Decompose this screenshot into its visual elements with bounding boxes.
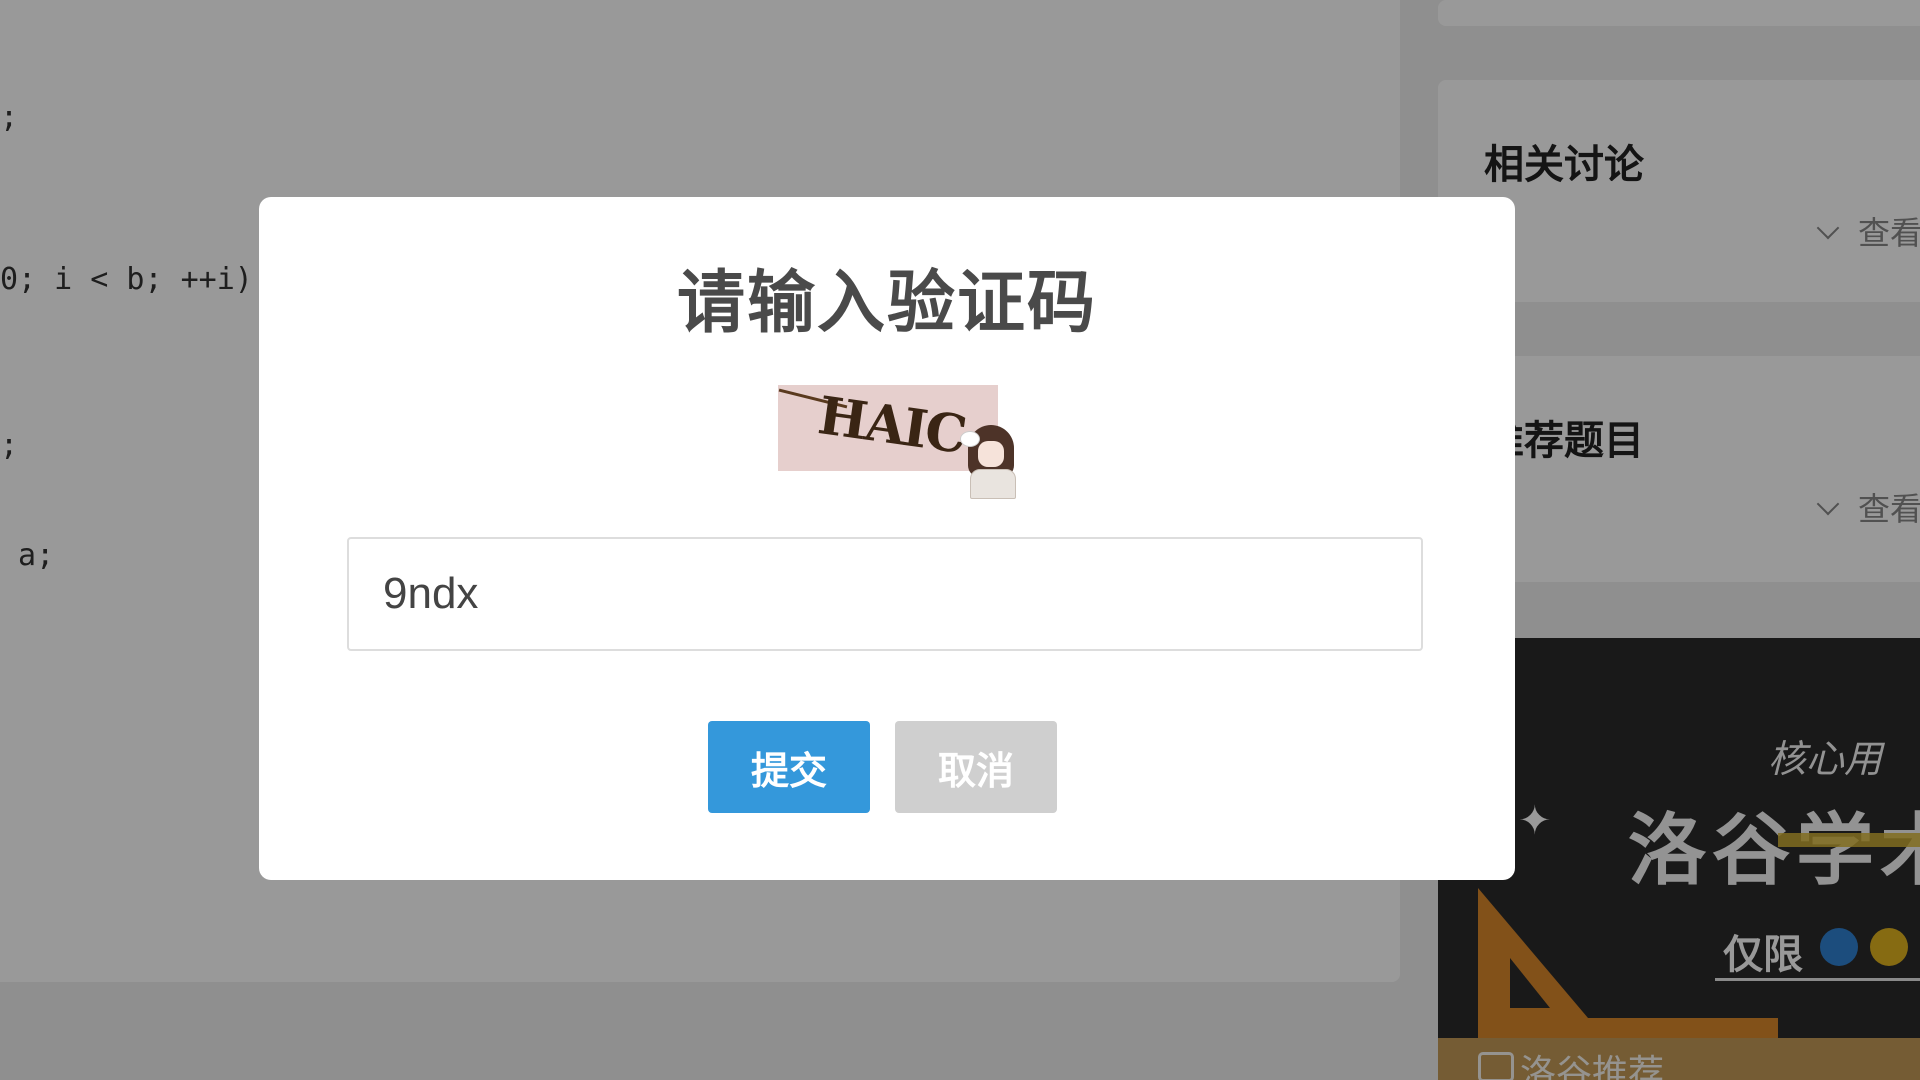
submit-button[interactable]: 提交 [708, 721, 870, 813]
mascot-icon [960, 419, 1024, 499]
captcha-input[interactable] [347, 537, 1423, 651]
captcha-text: HAIC [814, 385, 969, 466]
dialog-title: 请输入验证码 [676, 264, 1097, 343]
cancel-button[interactable]: 取消 [895, 721, 1057, 813]
captcha-dialog: 请输入验证码 HAIC 提交 取消 [259, 197, 1515, 880]
